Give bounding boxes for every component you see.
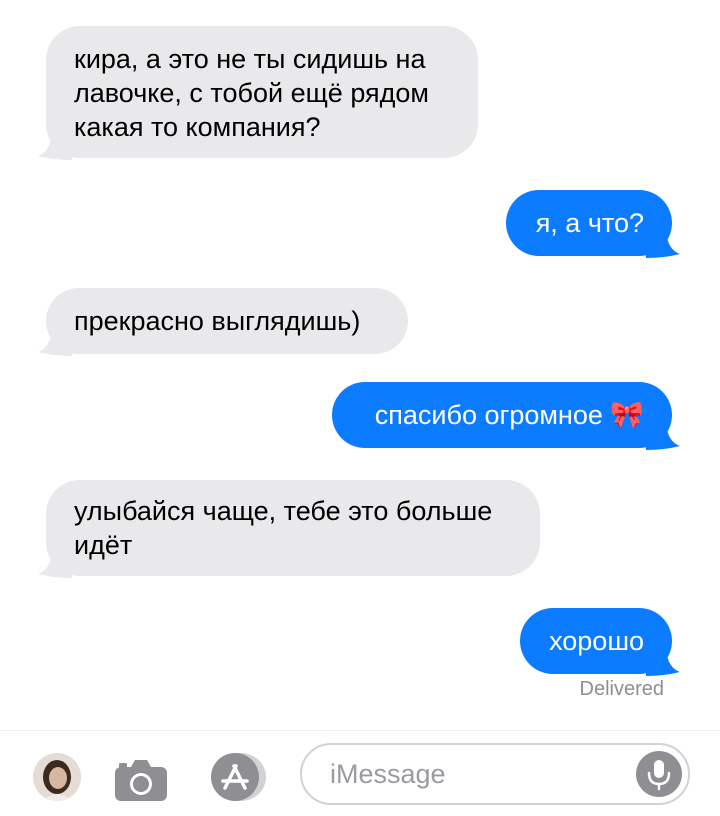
message-text: хорошо: [549, 626, 644, 656]
imessage-conversation: кира, а это не ты сидишь на лавочке, с т…: [0, 0, 720, 816]
delivery-status: Delivered: [579, 678, 664, 700]
bubble-tail: [646, 232, 680, 258]
message-bubble-incoming[interactable]: кира, а это не ты сидишь на лавочке, с т…: [38, 26, 478, 160]
message-text: кира, а это не ты сидишь на лавочке, с т…: [74, 44, 429, 142]
bubble-tail: [646, 424, 680, 450]
message-bubble-outgoing[interactable]: я, а что?: [506, 190, 680, 258]
camera-icon[interactable]: [113, 757, 169, 803]
app-store-icon[interactable]: [205, 751, 269, 803]
message-text: прекрасно выглядишь): [74, 306, 361, 336]
message-bubble-incoming[interactable]: улыбайся чаще, тебе это больше идёт: [38, 480, 540, 578]
bubble-tail: [38, 134, 72, 160]
camera-icon-glyph: [115, 760, 167, 801]
message-bubble-outgoing[interactable]: спасибо огромное 🎀: [332, 382, 680, 450]
bubble-tail: [38, 552, 72, 578]
message-text: спасибо огромное 🎀: [374, 400, 644, 430]
microphone-icon[interactable]: [636, 751, 682, 797]
message-text: я, а что?: [535, 208, 644, 238]
message-input[interactable]: iMessage: [300, 743, 690, 805]
composer-bar: iMessage: [0, 730, 720, 816]
message-text: улыбайся чаще, тебе это больше идёт: [74, 496, 493, 560]
bubble-tail: [646, 650, 680, 676]
microphone-icon-glyph: [647, 760, 671, 791]
avatar[interactable]: [33, 753, 81, 801]
message-input-placeholder: iMessage: [330, 759, 446, 789]
bubble-tail: [38, 330, 72, 356]
avatar-image: [33, 753, 81, 801]
message-bubble-incoming[interactable]: прекрасно выглядишь): [38, 288, 408, 356]
app-store-icon-glyph: [211, 753, 266, 801]
message-bubble-outgoing[interactable]: хорошо: [520, 608, 680, 676]
